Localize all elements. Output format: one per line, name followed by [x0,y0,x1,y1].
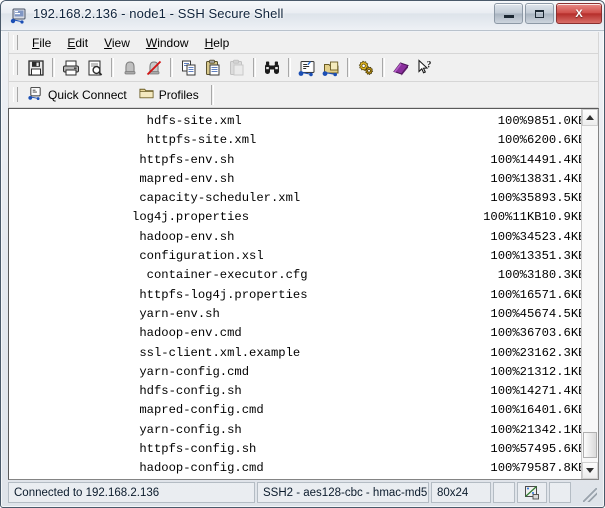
quickbar-end-separator [210,84,214,105]
close-button[interactable]: X [556,3,602,24]
print-icon[interactable] [59,56,83,79]
save-icon[interactable] [24,56,48,79]
title-bar[interactable]: 192.168.2.136 - node1 - SSH Secure Shell… [1,1,604,31]
terminal-scrollbar[interactable] [581,109,598,479]
terminal-output[interactable]: hdfs-site.xml 100%9851.0KB/s00:00 httpfs… [9,109,581,479]
ssh-app-icon [10,7,28,25]
quick-connect-bar: Quick Connect Profiles [8,82,599,108]
chevron-up-icon [586,115,594,120]
copy-icon[interactable] [177,56,201,79]
terminal-transfer-line: httpfs-config.sh 100%57495.6KB/s00:00 [15,442,581,457]
svg-text:?: ? [427,60,432,70]
folder-icon [139,86,154,103]
paste-disabled-icon [225,56,249,79]
menu-window[interactable]: Window [138,34,197,52]
connect-icon[interactable] [118,56,142,79]
chevron-down-icon [586,468,594,473]
terminal-transfer-line: configuration.xsl 100%13351.3KB/s00:00 [15,249,581,264]
status-terminal-size: 80x24 [431,482,491,503]
terminal-transfer-line: log4j.properties 100%11KB10.9KB/s00:00 [15,210,581,225]
quickbar-grip[interactable] [13,87,18,102]
status-connection: Connected to 192.168.2.136 [8,482,255,503]
menu-file[interactable]: File [24,34,59,52]
toolbar-separator [111,58,114,77]
menu-edit[interactable]: Edit [59,34,96,52]
scroll-up-arrow[interactable] [582,109,598,126]
window-title: 192.168.2.136 - node1 - SSH Secure Shell [33,6,284,21]
toolbar-separator [347,58,350,77]
terminal-transfer-line: capacity-scheduler.xml 100%35893.5KB/s00… [15,191,581,206]
status-slot-2 [549,482,571,503]
quick-connect-icon [28,86,43,104]
scroll-down-arrow[interactable] [582,462,598,479]
terminal-transfer-line: hadoop-env.sh 100%34523.4KB/s00:00 [15,229,581,244]
toolbar-separator [253,58,256,77]
terminal-transfer-line: yarn-config.sh 100%21342.1KB/s00:00 [15,422,581,437]
profiles-label: Profiles [158,87,199,102]
terminal-transfer-line: container-executor.cfg 100%3180.3KB/s00:… [15,268,581,283]
toolbar-separator [382,58,385,77]
minimize-icon [503,15,514,18]
scroll-thumb[interactable] [583,432,597,458]
terminal-transfer-line: httpfs-log4j.properties 100%16571.6KB/s0… [15,287,581,302]
terminal-transfer-line: httpfs-site.xml 100%6200.6KB/s00:00 [15,133,581,148]
terminal-transfer-line: yarn-config.cmd 100%21312.1KB/s00:00 [15,364,581,379]
scrollbar-track[interactable] [582,126,598,462]
menu-view[interactable]: View [96,34,138,52]
find-icon[interactable] [260,56,284,79]
toolbar-separator [52,58,55,77]
ssh-client-window: 192.168.2.136 - node1 - SSH Secure Shell… [0,0,605,508]
print-preview-icon[interactable] [83,56,107,79]
terminal-frame: hdfs-site.xml 100%9851.0KB/s00:00 httpfs… [8,108,599,480]
terminal-transfer-line: hadoop-env.cmd 100%36703.6KB/s00:00 [15,326,581,341]
terminal-transfer-line: hdfs-site.xml 100%9851.0KB/s00:00 [15,114,581,128]
terminal-transfer-line: hadoop-config.cmd 100%79587.8KB/s00:00 [15,461,581,476]
resize-grip-icon [583,488,597,502]
terminal-transfer-line: mapred-env.sh 100%13831.4KB/s00:00 [15,171,581,186]
settings-icon[interactable] [354,56,378,79]
toolbar-separator [170,58,173,77]
terminal-transfer-line: hdfs-config.sh 100%14271.4KB/s00:00 [15,384,581,399]
new-file-transfer-icon[interactable] [319,56,343,79]
status-cipher: SSH2 - aes128-cbc - hmac-md5 [257,482,429,503]
status-slot-1 [493,482,515,503]
terminal-transfer-line: yarn-env.sh 100%45674.5KB/s00:00 [15,306,581,321]
paste-icon[interactable] [201,56,225,79]
minimize-button[interactable] [494,3,523,24]
resize-grip[interactable] [573,482,599,503]
maximize-button[interactable] [525,3,554,24]
status-bar: Connected to 192.168.2.136 SSH2 - aes128… [8,482,599,503]
context-help-icon[interactable]: ? [413,56,437,79]
transfer-indicator-icon [517,482,547,503]
help-book-icon[interactable] [389,56,413,79]
menubar-grip[interactable] [13,35,18,50]
profiles-button[interactable]: Profiles [135,84,207,105]
toolbar: ? [8,54,599,82]
terminal-transfer-line: ssl-client.xml.example 100%23162.3KB/s00… [15,345,581,360]
disconnect-icon[interactable] [142,56,166,79]
toolbar-separator [288,58,291,77]
menu-help[interactable]: Help [197,34,238,52]
maximize-icon [535,9,544,18]
menu-bar: File Edit View Window Help [8,32,599,54]
terminal-transfer-line: httpfs-env.sh 100%14491.4KB/s00:00 [15,152,581,167]
quick-connect-label: Quick Connect [48,87,127,102]
window-controls: X [494,3,602,25]
quick-connect-button[interactable]: Quick Connect [24,84,135,106]
terminal-transfer-line: mapred-config.cmd 100%16401.6KB/s00:00 [15,403,581,418]
new-terminal-icon[interactable] [295,56,319,79]
toolbar-grip[interactable] [13,60,18,75]
